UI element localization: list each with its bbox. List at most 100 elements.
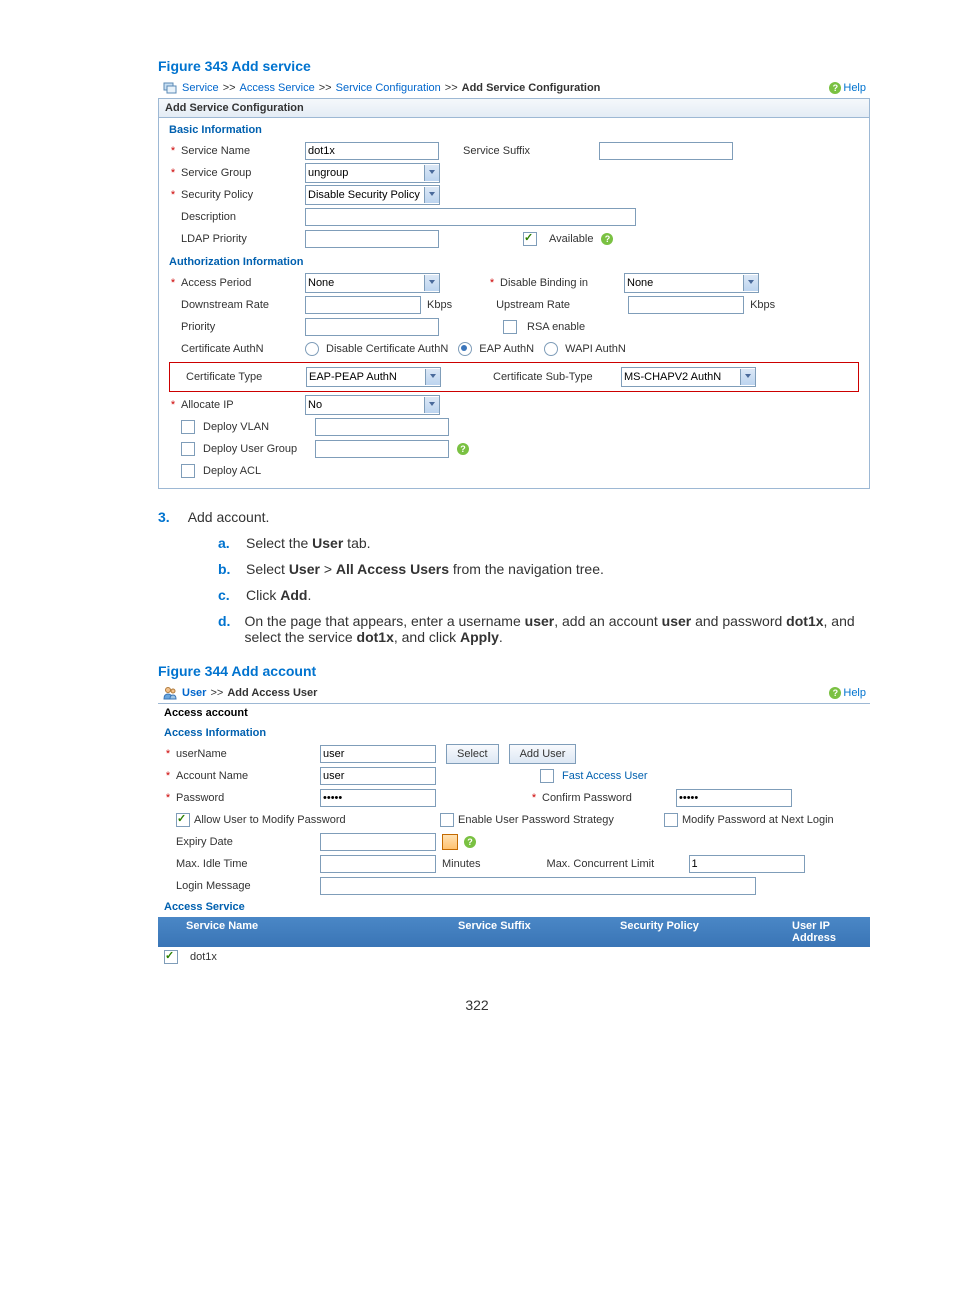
step-text: Add account. (188, 509, 270, 525)
cert-disable-radio[interactable] (305, 342, 319, 356)
service-name-label: Service Name (181, 145, 301, 157)
username-label: userName (176, 748, 316, 760)
password-input[interactable] (320, 789, 436, 807)
downstream-rate-input[interactable] (305, 296, 421, 314)
service-row-checkbox[interactable] (164, 950, 178, 964)
security-policy-select[interactable] (305, 185, 440, 205)
help-icon[interactable]: ? (601, 233, 613, 245)
cert-authn-label: Certificate AuthN (181, 343, 301, 355)
select-button[interactable]: Select (446, 744, 499, 764)
add-user-button[interactable]: Add User (509, 744, 577, 764)
upstream-rate-input[interactable] (628, 296, 744, 314)
confirm-password-input[interactable] (676, 789, 792, 807)
priority-input[interactable] (305, 318, 439, 336)
cert-sub-type-select[interactable] (621, 367, 756, 387)
ldap-priority-input[interactable] (305, 230, 439, 248)
cert-type-label: Certificate Type (186, 371, 306, 383)
th-security-policy: Security Policy (614, 917, 786, 947)
bc-sep: >> (319, 82, 332, 94)
service-name-input[interactable] (305, 142, 439, 160)
bc-sep: >> (210, 687, 223, 699)
required-marker: * (169, 145, 177, 157)
chevron-down-icon (424, 187, 439, 203)
deploy-user-group-input[interactable] (315, 440, 449, 458)
substep-letter: c. (218, 587, 232, 603)
max-concurrent-label: Max. Concurrent Limit (547, 858, 685, 870)
max-concurrent-input[interactable] (689, 855, 805, 873)
service-table-row: dot1x (158, 947, 870, 967)
deploy-vlan-checkbox[interactable] (181, 420, 195, 434)
available-checkbox[interactable] (523, 232, 537, 246)
required-marker: * (530, 792, 538, 804)
figure-343-breadcrumb: Service >> Access Service >> Service Con… (158, 80, 870, 96)
description-input[interactable] (305, 208, 636, 226)
allow-modify-checkbox[interactable] (176, 813, 190, 827)
help-icon[interactable]: ? (457, 443, 469, 455)
add-service-panel: Add Service Configuration Basic Informat… (158, 98, 870, 489)
rsa-enable-checkbox[interactable] (503, 320, 517, 334)
service-suffix-input[interactable] (599, 142, 733, 160)
service-suffix-label: Service Suffix (463, 145, 595, 157)
service-group-select[interactable] (305, 163, 440, 183)
cert-eap-label: EAP AuthN (479, 343, 534, 355)
cert-wapi-radio[interactable] (544, 342, 558, 356)
cert-sub-type-value (622, 369, 740, 385)
enable-pw-strategy-checkbox[interactable] (440, 813, 454, 827)
calendar-icon[interactable] (442, 834, 458, 850)
fast-access-checkbox[interactable] (540, 769, 554, 783)
bc-access-service[interactable]: Access Service (240, 82, 315, 94)
allocate-ip-value (306, 397, 424, 413)
page-number: 322 (60, 997, 894, 1013)
disable-binding-select[interactable] (624, 273, 759, 293)
priority-label: Priority (181, 321, 301, 333)
th-user-ip: User IP Address (786, 917, 870, 947)
service-icon (162, 80, 178, 96)
help-icon: ? (829, 687, 841, 699)
deploy-vlan-input[interactable] (315, 418, 449, 436)
help-label: Help (843, 82, 866, 94)
cert-sub-type-label: Certificate Sub-Type (493, 371, 621, 383)
cert-type-select[interactable] (306, 367, 441, 387)
th-service-suffix: Service Suffix (452, 917, 614, 947)
figure-344-title: Figure 344 Add account (158, 663, 894, 679)
account-name-input[interactable] (320, 767, 436, 785)
auth-info-title: Authorization Information (169, 256, 859, 268)
service-row-name: dot1x (190, 951, 217, 963)
bc-service[interactable]: Service (182, 82, 219, 94)
enable-pw-strategy-label: Enable User Password Strategy (458, 814, 614, 826)
max-idle-input[interactable] (320, 855, 436, 873)
bc-user[interactable]: User (182, 687, 206, 699)
allocate-ip-select[interactable] (305, 395, 440, 415)
help-link[interactable]: ? Help (829, 687, 866, 699)
figure-344-image: User >> Add Access User ? Help Access ac… (158, 685, 870, 967)
basic-info-title: Basic Information (169, 124, 859, 136)
expiry-date-label: Expiry Date (176, 836, 316, 848)
access-account-title: Access account (158, 704, 870, 723)
th-service-name: Service Name (158, 917, 452, 947)
substep-c: c. Click Add. (218, 587, 894, 603)
cert-eap-radio[interactable] (458, 342, 472, 356)
deploy-user-group-checkbox[interactable] (181, 442, 195, 456)
modify-next-login-label: Modify Password at Next Login (682, 814, 834, 826)
expiry-date-input[interactable] (320, 833, 436, 851)
help-link[interactable]: ? Help (829, 82, 866, 94)
deploy-acl-label: Deploy ACL (203, 465, 311, 477)
modify-next-login-checkbox[interactable] (664, 813, 678, 827)
help-icon[interactable]: ? (464, 836, 476, 848)
access-period-label: Access Period (181, 277, 301, 289)
bc-service-config[interactable]: Service Configuration (336, 82, 441, 94)
service-table-header: Service Name Service Suffix Security Pol… (158, 917, 870, 947)
cert-wapi-label: WAPI AuthN (565, 343, 626, 355)
deploy-vlan-label: Deploy VLAN (203, 421, 311, 433)
security-policy-value (306, 187, 424, 203)
access-period-select[interactable] (305, 273, 440, 293)
login-message-label: Login Message (176, 880, 316, 892)
chevron-down-icon (740, 369, 755, 385)
username-input[interactable] (320, 745, 436, 763)
help-label: Help (843, 687, 866, 699)
panel-title: Add Service Configuration (159, 99, 869, 118)
figure-344-breadcrumb: User >> Add Access User ? Help (158, 685, 870, 701)
login-message-input[interactable] (320, 877, 756, 895)
upstream-rate-label: Upstream Rate (496, 299, 624, 311)
deploy-acl-checkbox[interactable] (181, 464, 195, 478)
